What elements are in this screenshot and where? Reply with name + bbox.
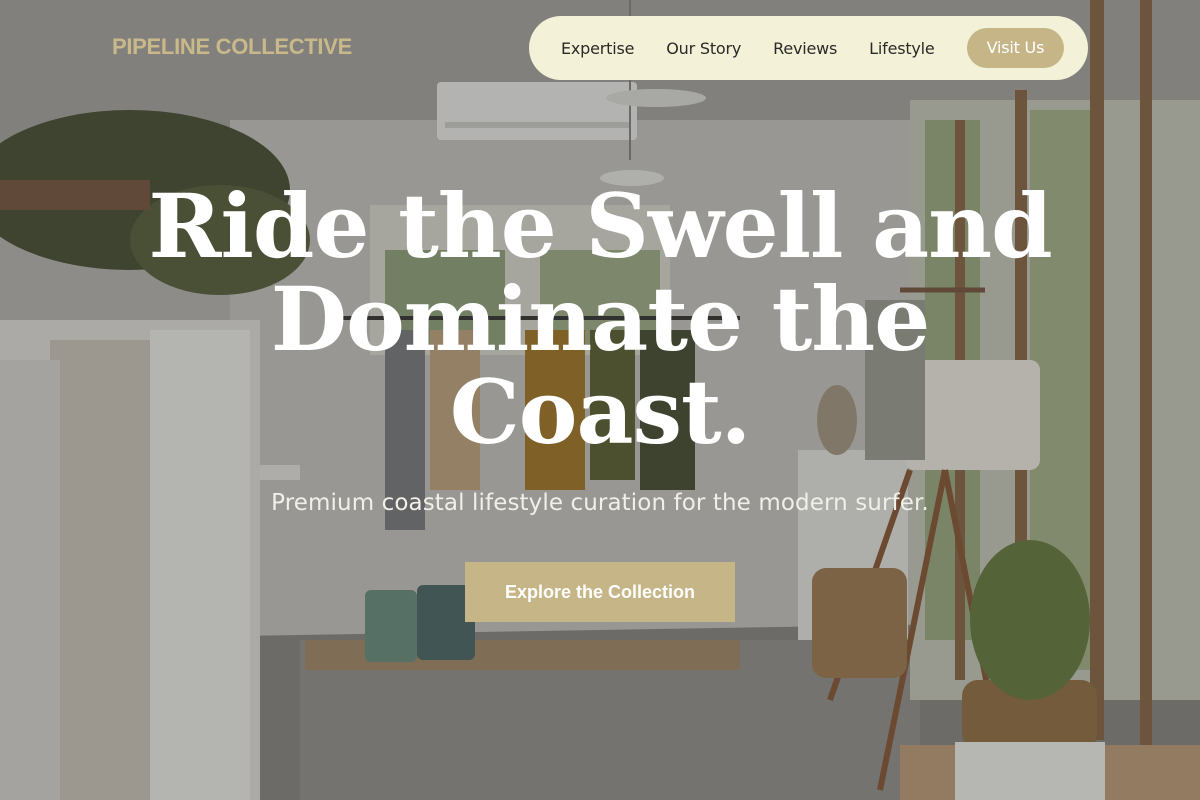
- explore-collection-button[interactable]: Explore the Collection: [465, 562, 735, 622]
- nav-link-lifestyle[interactable]: Lifestyle: [869, 39, 935, 58]
- main-nav: Expertise Our Story Reviews Lifestyle Vi…: [529, 16, 1088, 80]
- hero-headline: Ride the Swell and Dominate the Coast.: [0, 180, 1200, 459]
- nav-link-our-story[interactable]: Our Story: [666, 39, 741, 58]
- headline-line-1: Ride the Swell and: [148, 174, 1052, 278]
- headline-line-2: Dominate the: [270, 267, 930, 371]
- hero-section: PIPELINE COLLECTIVE Expertise Our Story …: [0, 0, 1200, 800]
- hero-subtitle: Premium coastal lifestyle curation for t…: [271, 490, 929, 516]
- visit-us-button[interactable]: Visit Us: [966, 28, 1065, 68]
- headline-line-3: Coast.: [449, 360, 752, 464]
- nav-link-expertise[interactable]: Expertise: [561, 39, 634, 58]
- brand-logo[interactable]: PIPELINE COLLECTIVE: [112, 34, 352, 60]
- nav-link-reviews[interactable]: Reviews: [773, 39, 837, 58]
